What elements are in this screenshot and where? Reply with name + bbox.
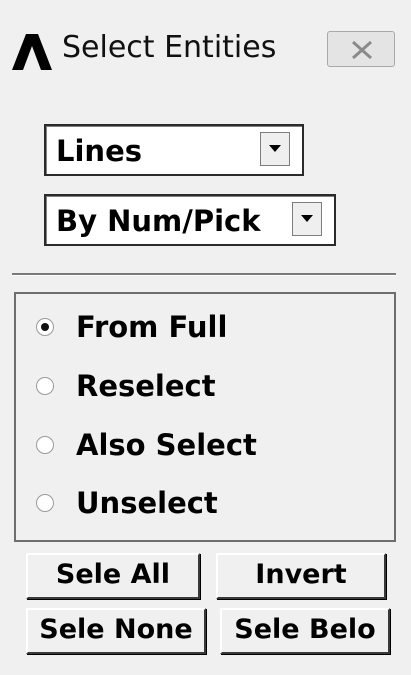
sele-all-button[interactable]: Sele All [26,553,200,599]
close-x-icon [352,40,372,60]
radio-unselect[interactable]: Unselect [28,482,368,532]
select-method-arrow-button[interactable] [292,202,322,236]
separator [12,273,396,276]
select-entities-window: Select Entities Lines By Num/Pick From F… [0,0,411,675]
close-button[interactable] [327,31,395,67]
ansys-logo-icon [12,34,52,70]
radio-reselect[interactable]: Reselect [28,365,368,415]
chevron-down-icon [301,215,313,222]
radio-from-full[interactable]: From Full [28,306,368,356]
entity-type-dropdown[interactable]: Lines [44,124,304,176]
selection-mode-group: From Full Reselect Also Select Unselect [14,292,396,542]
radio-label: Also Select [76,428,257,462]
select-method-dropdown[interactable]: By Num/Pick [44,194,336,246]
radio-button[interactable] [36,494,54,512]
select-method-value: By Num/Pick [56,204,261,238]
radio-also-select[interactable]: Also Select [28,424,368,474]
entity-type-arrow-button[interactable] [260,132,290,166]
sele-none-button[interactable]: Sele None [26,608,206,654]
invert-button[interactable]: Invert [216,553,386,599]
entity-type-value: Lines [56,134,142,168]
radio-button-checked[interactable] [36,318,54,336]
radio-label: From Full [76,310,228,344]
radio-label: Unselect [76,486,218,520]
window-title: Select Entities [62,30,277,65]
sele-below-button[interactable]: Sele Belo [220,608,390,654]
radio-label: Reselect [76,369,216,403]
title-bar: Select Entities [0,0,411,100]
radio-button[interactable] [36,436,54,454]
radio-button[interactable] [36,377,54,395]
chevron-down-icon [269,145,281,152]
